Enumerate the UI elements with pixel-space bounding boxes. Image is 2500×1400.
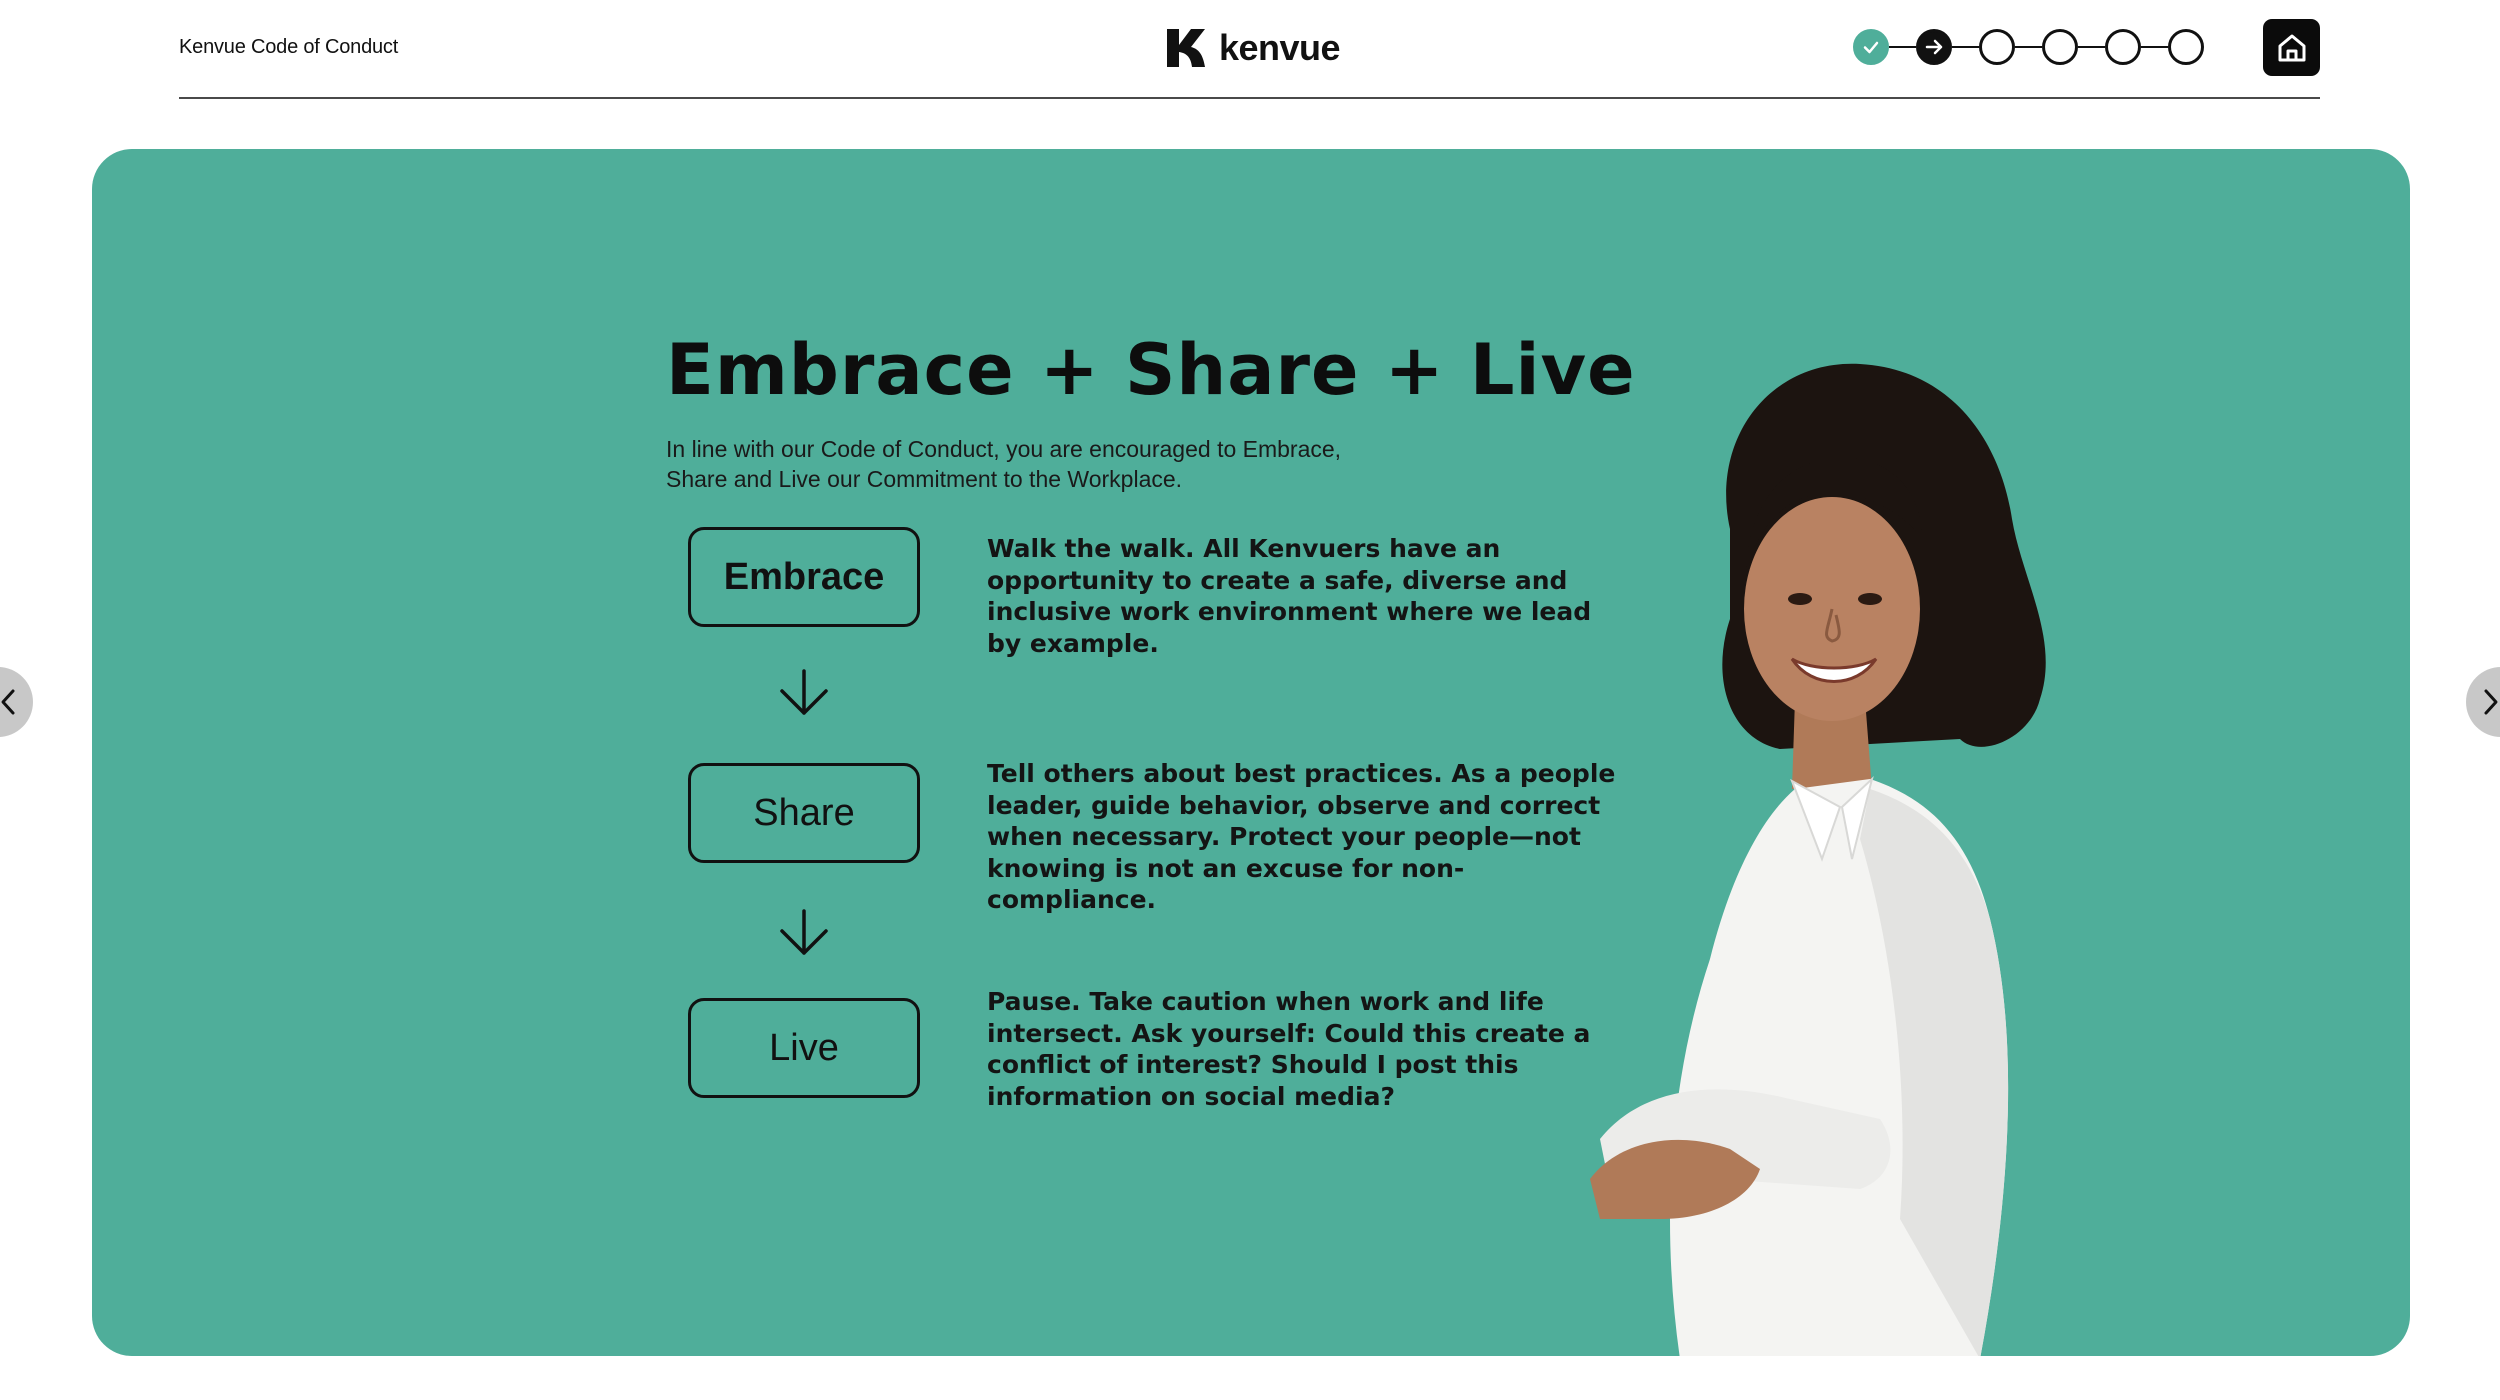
- check-icon: [1863, 41, 1879, 54]
- progress-step-upcoming[interactable]: [1979, 29, 2015, 65]
- progress-step-upcoming[interactable]: [2105, 29, 2141, 65]
- next-button[interactable]: [2466, 667, 2500, 737]
- progress-connector: [1952, 46, 1979, 48]
- progress-tracker: [1853, 29, 2204, 65]
- embrace-description: Walk the walk. All Kenvuers have an oppo…: [987, 534, 1592, 658]
- home-icon: [2278, 34, 2305, 61]
- course-title: Kenvue Code of Conduct: [179, 36, 399, 58]
- share-button[interactable]: Share: [688, 763, 920, 863]
- live-description: Pause. Take caution when work and life i…: [987, 987, 1591, 1111]
- employee-portrait-image: [1590, 363, 2046, 1356]
- chevron-left-icon: [1, 689, 15, 715]
- progress-connector: [2078, 46, 2105, 48]
- content-card: Embrace + Share + Live In line with our …: [92, 149, 2410, 1356]
- arrow-down-icon: [780, 909, 828, 955]
- progress-connector: [1889, 46, 1916, 48]
- progress-connector: [2015, 46, 2042, 48]
- chevron-right-icon: [2484, 689, 2498, 715]
- home-button[interactable]: [2263, 19, 2320, 76]
- progress-step-upcoming[interactable]: [2042, 29, 2078, 65]
- header: Kenvue Code of Conduct kenvue: [179, 0, 2320, 99]
- kenvue-logo: kenvue: [1165, 26, 1341, 70]
- previous-button[interactable]: [0, 667, 33, 737]
- progress-step-upcoming[interactable]: [2168, 29, 2204, 65]
- logo-wordmark: kenvue: [1219, 27, 1341, 68]
- live-button[interactable]: Live: [688, 998, 920, 1098]
- share-description: Tell others about best practices. As a p…: [987, 759, 1616, 914]
- progress-step-completed[interactable]: [1853, 29, 1889, 65]
- embrace-button[interactable]: Embrace: [688, 527, 920, 627]
- arrow-down-icon: [780, 669, 828, 715]
- arrow-right-icon: [1925, 39, 1943, 55]
- progress-connector: [2141, 46, 2168, 48]
- page-title: Embrace + Share + Live: [666, 329, 1636, 411]
- intro-text: In line with our Code of Conduct, you ar…: [666, 436, 1342, 492]
- kenvue-k-logo-icon: [1167, 29, 1205, 67]
- progress-step-current[interactable]: [1916, 29, 1952, 65]
